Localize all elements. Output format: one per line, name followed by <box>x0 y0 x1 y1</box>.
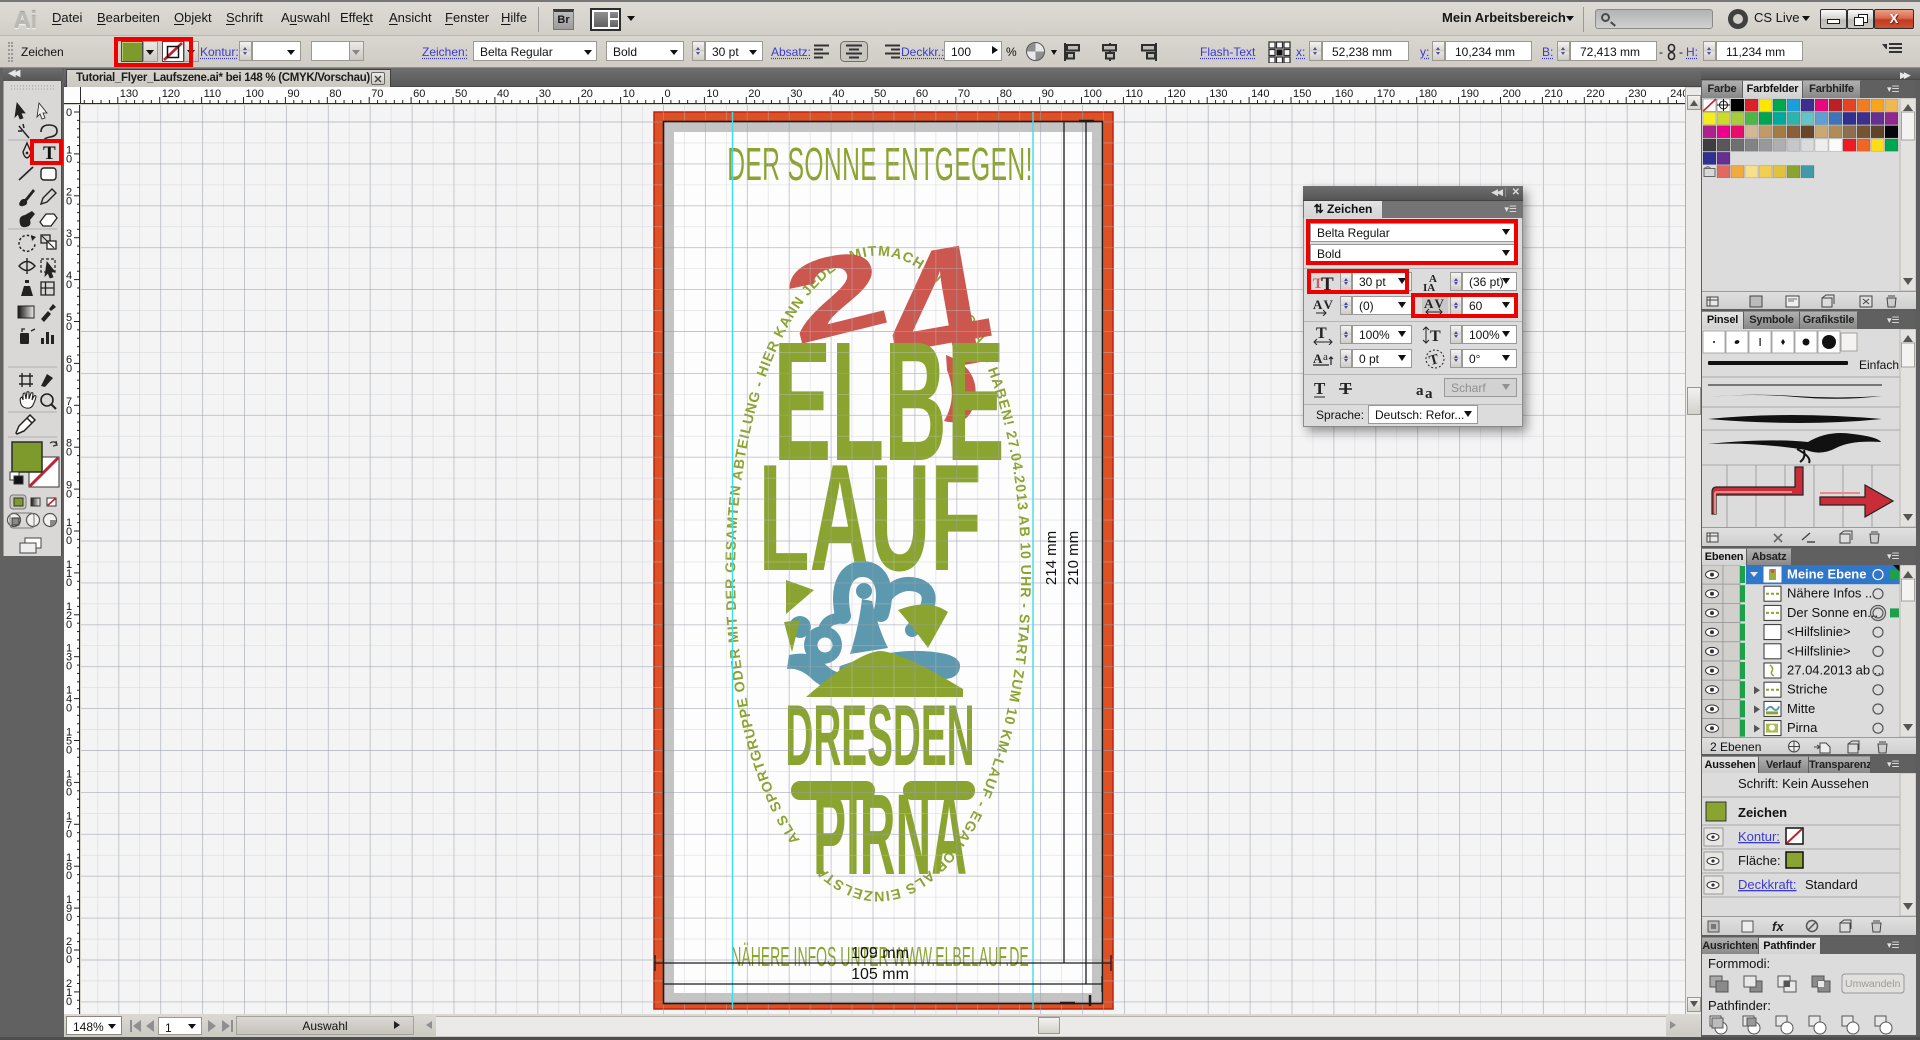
svg-text:0: 0 <box>66 745 72 757</box>
svg-text:Schrift: Kein Aussehen: Schrift: Kein Aussehen <box>1738 776 1869 791</box>
svg-text:0: 0 <box>66 786 72 798</box>
svg-text:Deckkraft:: Deckkraft: <box>1738 877 1797 892</box>
svg-text:A V: A V <box>1313 297 1333 312</box>
svg-text:Fläche:: Fläche: <box>1738 853 1781 868</box>
svg-text:40: 40 <box>832 88 844 100</box>
svg-text:50: 50 <box>874 88 886 100</box>
svg-text:190: 190 <box>1461 88 1479 100</box>
svg-text:0: 0 <box>66 107 72 119</box>
svg-text:T: T <box>1428 352 1442 369</box>
svg-text:0: 0 <box>66 489 72 501</box>
svg-text:30: 30 <box>790 88 802 100</box>
svg-text:50: 50 <box>455 88 467 100</box>
svg-text:IA: IA <box>1423 282 1435 292</box>
svg-text:fx: fx <box>1772 919 1784 934</box>
svg-text:140: 140 <box>1251 88 1269 100</box>
svg-text:2 Ebenen: 2 Ebenen <box>1710 740 1761 754</box>
svg-text:0: 0 <box>66 195 72 207</box>
svg-text:<Hilfslinie>: <Hilfslinie> <box>1787 643 1851 658</box>
svg-text:a: a <box>1416 383 1424 399</box>
svg-text:120: 120 <box>162 88 180 100</box>
svg-text:0: 0 <box>66 321 72 333</box>
svg-text:100: 100 <box>1084 88 1102 100</box>
svg-text:240: 240 <box>1670 88 1685 100</box>
svg-text:0: 0 <box>66 870 72 882</box>
svg-text:170: 170 <box>1377 88 1395 100</box>
svg-text:90: 90 <box>1042 88 1054 100</box>
svg-text:10: 10 <box>706 88 718 100</box>
svg-text:210: 210 <box>1544 88 1562 100</box>
svg-text:10: 10 <box>623 88 635 100</box>
svg-text:0: 0 <box>66 661 72 673</box>
svg-text:Striche: Striche <box>1787 682 1827 697</box>
svg-text:a: a <box>1323 351 1328 363</box>
svg-text:Pirna: Pirna <box>1787 720 1818 735</box>
svg-text:0: 0 <box>66 828 72 840</box>
svg-text:130: 130 <box>1209 88 1227 100</box>
svg-text:40: 40 <box>497 88 509 100</box>
svg-text:Der Sonne en...: Der Sonne en... <box>1787 605 1878 620</box>
svg-text:27.04.2013 ab ...: 27.04.2013 ab ... <box>1787 663 1885 678</box>
svg-text:Meine Ebene: Meine Ebene <box>1787 567 1866 582</box>
svg-text:200: 200 <box>1503 88 1521 100</box>
svg-text:90: 90 <box>287 88 299 100</box>
svg-text:130: 130 <box>120 88 138 100</box>
svg-text:60: 60 <box>413 88 425 100</box>
svg-text:Umwandeln: Umwandeln <box>1845 978 1901 990</box>
svg-text:160: 160 <box>1335 88 1353 100</box>
svg-text:T: T <box>1430 328 1441 345</box>
svg-text:Nähere Infos ...: Nähere Infos ... <box>1787 586 1876 601</box>
svg-text:30: 30 <box>539 88 551 100</box>
svg-text:Kontur:: Kontur: <box>1738 829 1780 844</box>
svg-text:20: 20 <box>581 88 593 100</box>
svg-text:0: 0 <box>66 535 72 547</box>
svg-text:0: 0 <box>66 996 72 1008</box>
svg-text:80: 80 <box>329 88 341 100</box>
svg-text:80: 80 <box>1000 88 1012 100</box>
svg-text:Standard: Standard <box>1805 877 1858 892</box>
svg-text:0: 0 <box>66 237 72 249</box>
svg-text:0: 0 <box>66 447 72 459</box>
svg-text:0: 0 <box>66 703 72 715</box>
svg-text:0: 0 <box>66 153 72 165</box>
svg-text:<Hilfslinie>: <Hilfslinie> <box>1787 624 1851 639</box>
svg-text:20: 20 <box>748 88 760 100</box>
svg-text:180: 180 <box>1419 88 1437 100</box>
svg-text:Zeichen: Zeichen <box>1738 805 1787 820</box>
svg-text:0: 0 <box>66 577 72 589</box>
svg-text:0: 0 <box>66 912 72 924</box>
svg-text:Pathfinder:: Pathfinder: <box>1708 998 1771 1013</box>
svg-text:110: 110 <box>1125 88 1143 100</box>
svg-text:0: 0 <box>66 279 72 291</box>
svg-text:0: 0 <box>66 405 72 417</box>
svg-text:220: 220 <box>1586 88 1604 100</box>
svg-text:150: 150 <box>1293 88 1311 100</box>
svg-text:120: 120 <box>1167 88 1185 100</box>
svg-text:0: 0 <box>66 954 72 966</box>
svg-text:109 mm: 109 mm <box>851 945 909 962</box>
svg-text:70: 70 <box>371 88 383 100</box>
svg-text:T: T <box>1316 325 1327 342</box>
svg-text:Mitte: Mitte <box>1787 701 1815 716</box>
svg-text:T: T <box>1314 379 1326 398</box>
svg-text:105 mm: 105 mm <box>851 966 909 983</box>
svg-text:230: 230 <box>1628 88 1646 100</box>
svg-text:100: 100 <box>246 88 264 100</box>
svg-text:110: 110 <box>204 88 222 100</box>
svg-text:a: a <box>1425 386 1433 400</box>
svg-text:60: 60 <box>916 88 928 100</box>
svg-text:A: A <box>1313 351 1323 366</box>
svg-text:0: 0 <box>66 619 72 631</box>
svg-text:70: 70 <box>958 88 970 100</box>
svg-text:214 mm: 214 mm <box>1043 531 1060 585</box>
svg-text:0: 0 <box>66 363 72 375</box>
svg-text:Einfach: Einfach <box>1859 358 1899 372</box>
svg-text:Formmodi:: Formmodi: <box>1708 956 1770 971</box>
svg-text:210 mm: 210 mm <box>1065 531 1082 585</box>
svg-text:0: 0 <box>665 88 671 100</box>
